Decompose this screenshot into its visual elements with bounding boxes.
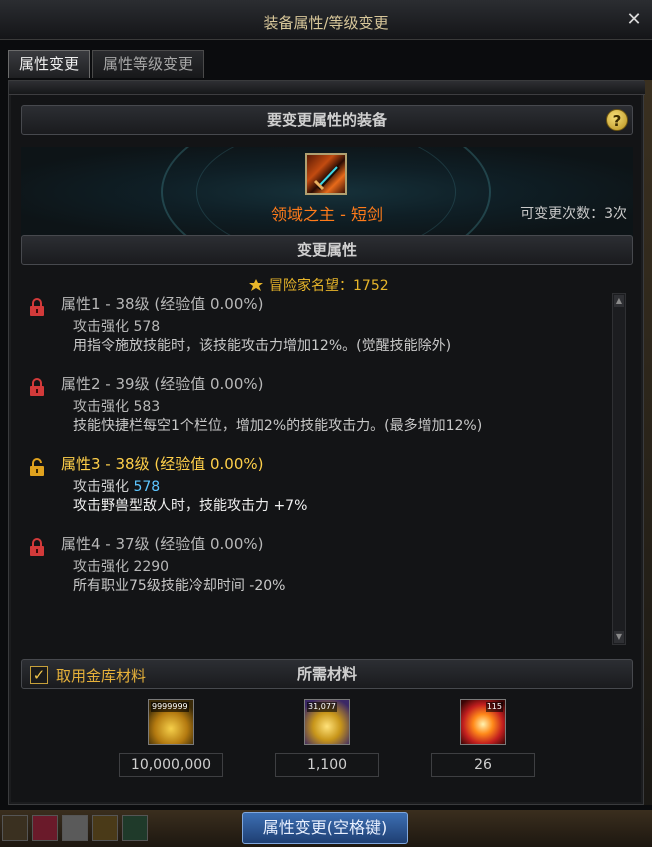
attribute-item-3: 属性3 - 38级 (经验值 0.00%) 攻击强化 578 攻击野兽型敌人时，…: [29, 451, 609, 531]
materials-title: 所需材料: [296, 665, 357, 683]
fame-icon: [249, 279, 263, 291]
help-icon[interactable]: ?: [606, 109, 628, 131]
attribute-effect: 攻击野兽型敌人时，技能攻击力 +7%: [73, 498, 308, 514]
attribute-list: 属性1 - 38级 (经验值 0.00%) 攻击强化 578 用指令施放技能时，…: [29, 291, 609, 611]
attribute-title: 属性2 - 39级 (经验值 0.00%): [61, 375, 264, 393]
attribute-effect: 用指令施放技能时，该技能攻击力增加12%。(觉醒技能除外): [73, 338, 452, 354]
material-value: 26: [431, 753, 535, 777]
attribute-effect: 技能快捷栏每空1个栏位，增加2%的技能攻击力。(最多增加12%): [73, 418, 483, 434]
attribute-item-1: 属性1 - 38级 (经验值 0.00%) 攻击强化 578 用指令施放技能时，…: [29, 291, 609, 371]
gold-gem-icon[interactable]: 31,077: [304, 699, 350, 745]
attribute-stat-value: 578: [133, 479, 161, 495]
tab-attribute-level-change[interactable]: 属性等级变更: [92, 50, 205, 78]
lock-icon[interactable]: [29, 297, 45, 317]
short-sword-icon[interactable]: [305, 153, 347, 195]
attribute-stat-label: 攻击强化: [73, 479, 129, 495]
attribute-stat-label: 攻击强化: [73, 319, 129, 335]
material-value: 10,000,000: [119, 753, 223, 777]
title-bar: 装备属性/等级变更 ✕: [0, 0, 652, 40]
material-value: 1,100: [275, 753, 379, 777]
attribute-item-4: 属性4 - 37级 (经验值 0.00%) 攻击强化 2290 所有职业75级技…: [29, 531, 609, 611]
side-decoration: [644, 80, 652, 805]
tab-attribute-change[interactable]: 属性变更: [8, 50, 91, 78]
materials-section-header: ✓ 取用金库材料 所需材料: [21, 659, 633, 689]
attribute-stat: 攻击强化 578: [73, 316, 160, 336]
material-gem: 31,077 1,100: [275, 699, 379, 777]
attribute-stat-value: 583: [133, 399, 161, 415]
attribute-stat-value: 2290: [133, 559, 170, 575]
attribute-stat: 攻击强化 2290: [73, 556, 169, 576]
tab-bar: 属性变更 属性等级变更: [8, 50, 205, 78]
material-gold: 9999999 10,000,000: [119, 699, 223, 777]
quickslot-4[interactable]: [92, 815, 118, 841]
quickslot-2[interactable]: [32, 815, 58, 841]
attribute-stat-value: 578: [133, 319, 161, 335]
lock-icon[interactable]: [29, 537, 45, 557]
change-count: 可变更次数：3次: [520, 206, 627, 222]
close-icon[interactable]: ✕: [624, 10, 644, 30]
attribute-item-2: 属性2 - 39级 (经验值 0.00%) 攻击强化 583 技能快捷栏每空1个…: [29, 371, 609, 451]
quickslot-5[interactable]: [122, 815, 148, 841]
material-orb: 115 26: [431, 699, 535, 777]
attribute-stat: 攻击强化 583: [73, 396, 160, 416]
attributes-section-title: 变更属性: [296, 241, 357, 259]
attribute-scrollbar[interactable]: ▲ ▼: [612, 293, 626, 645]
apply-change-button[interactable]: 属性变更(空格键): [242, 812, 408, 844]
scroll-up-icon[interactable]: ▲: [614, 295, 624, 307]
gold-coins-icon[interactable]: 9999999: [148, 699, 194, 745]
material-stack: 9999999: [151, 702, 189, 712]
equipment-section-header: 要变更属性的装备 ?: [21, 105, 633, 135]
attribute-title: 属性4 - 37级 (经验值 0.00%): [61, 535, 264, 553]
quickslot-3[interactable]: [62, 815, 88, 841]
attribute-stat-label: 攻击强化: [73, 399, 129, 415]
window-title: 装备属性/等级变更: [263, 14, 389, 32]
main-panel: 要变更属性的装备 ? 领域之主 - 短剑 可变更次数：3次 变更属性 冒险家名望…: [8, 80, 645, 805]
attribute-stat: 攻击强化 578: [73, 476, 160, 496]
equipment-display: 领域之主 - 短剑 可变更次数：3次: [21, 147, 633, 237]
scroll-down-icon[interactable]: ▼: [614, 631, 624, 643]
attribute-effect: 所有职业75级技能冷却时间 -20%: [73, 578, 286, 594]
material-stack: 31,077: [307, 702, 337, 712]
equipment-section-title: 要变更属性的装备: [266, 111, 387, 129]
attribute-title: 属性1 - 38级 (经验值 0.00%): [61, 295, 264, 313]
attribute-title: 属性3 - 38级 (经验值 0.00%): [61, 455, 264, 473]
attributes-section-header: 变更属性: [21, 235, 633, 265]
burst-orb-icon[interactable]: 115: [460, 699, 506, 745]
quickslot-1[interactable]: [2, 815, 28, 841]
attribute-stat-label: 攻击强化: [73, 559, 129, 575]
panel-top-edge: [9, 81, 645, 95]
unlock-icon[interactable]: [29, 457, 45, 477]
lock-icon[interactable]: [29, 377, 45, 397]
material-stack: 115: [485, 702, 503, 712]
